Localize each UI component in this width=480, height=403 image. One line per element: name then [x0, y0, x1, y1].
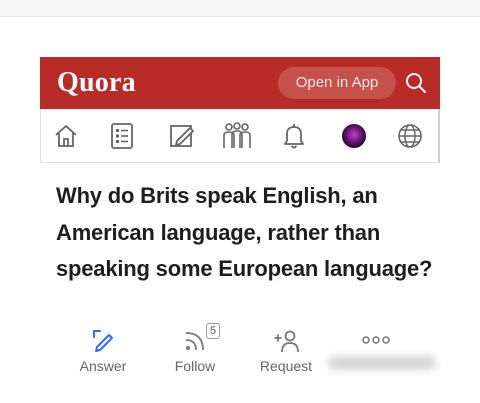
request-label: Request	[259, 358, 313, 374]
question-title[interactable]: Why do Brits speak English, an American …	[56, 178, 436, 288]
blurred-overlay	[328, 356, 436, 370]
more-dots-icon[interactable]	[362, 335, 390, 345]
quora-logo[interactable]: Quora	[57, 67, 136, 99]
follow-count-badge: 5	[206, 323, 220, 339]
request-person-icon	[274, 330, 299, 353]
follow-rss-icon	[185, 332, 204, 351]
answer-button[interactable]: Answer	[78, 322, 128, 378]
answer-label: Answer	[79, 358, 127, 374]
answer-pencil-icon	[93, 330, 113, 352]
nav-bar	[40, 109, 440, 163]
request-button[interactable]: Request	[257, 322, 315, 378]
open-in-app-button[interactable]: Open in App	[278, 67, 396, 99]
notifications-icon[interactable]	[278, 120, 310, 152]
quora-header: Quora Open in App	[40, 57, 440, 109]
profile-avatar[interactable]	[338, 120, 370, 152]
write-icon[interactable]	[166, 120, 198, 152]
search-icon[interactable]	[404, 71, 428, 95]
languages-globe-icon[interactable]	[394, 120, 426, 152]
follow-label: Follow	[174, 358, 216, 374]
home-icon[interactable]	[50, 120, 82, 152]
answers-list-icon[interactable]	[106, 120, 138, 152]
spaces-icon[interactable]	[221, 120, 253, 152]
browser-top-strip	[0, 0, 480, 17]
